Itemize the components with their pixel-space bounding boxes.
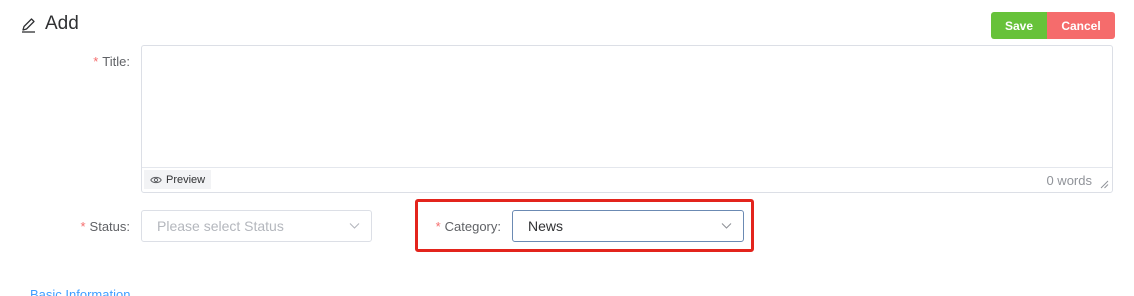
title-editor[interactable]: Preview 0 words (141, 45, 1113, 193)
section-heading-cutoff: Basic Information (30, 288, 131, 296)
editor-toolbar: Preview 0 words (142, 167, 1112, 192)
status-placeholder: Please select Status (157, 218, 284, 234)
preview-label: Preview (166, 173, 206, 186)
pencil-icon (22, 17, 35, 33)
required-marker: * (93, 54, 99, 69)
save-button[interactable]: Save (991, 12, 1047, 39)
status-select[interactable]: Please select Status (141, 210, 372, 242)
word-count: 0 words (1046, 173, 1092, 188)
status-label: * Status: (80, 219, 130, 234)
action-buttons: Save Cancel (991, 12, 1115, 39)
preview-button[interactable]: Preview (144, 170, 212, 189)
page-title: Add (45, 13, 79, 34)
resize-handle-icon[interactable] (1100, 180, 1109, 189)
eye-icon (150, 176, 162, 183)
page-header: Add (20, 13, 79, 35)
required-marker: * (80, 219, 86, 234)
add-form-page: Add Save Cancel *Title: Preview 0 words (0, 0, 1134, 296)
chevron-down-icon (349, 223, 360, 229)
highlight-annotation (415, 199, 754, 252)
cancel-button[interactable]: Cancel (1047, 12, 1115, 39)
title-label: * Title: (93, 54, 130, 69)
